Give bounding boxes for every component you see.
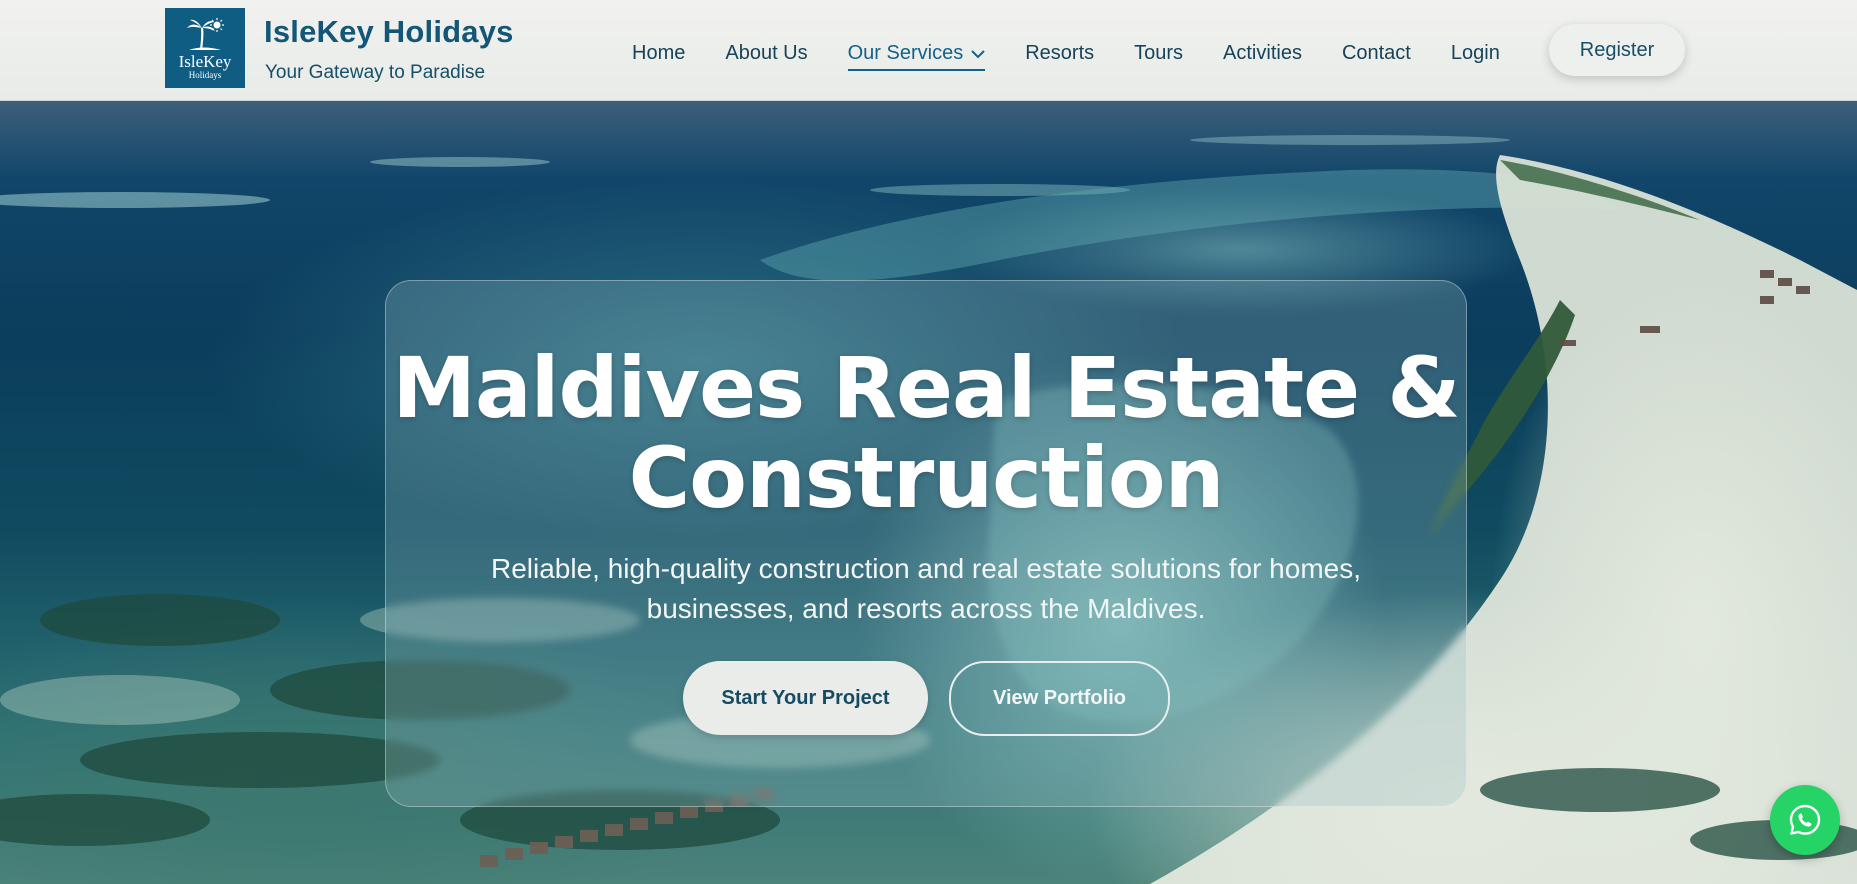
nav-item-home[interactable]: Home <box>632 42 685 65</box>
nav-item-resorts[interactable]: Resorts <box>1025 42 1094 65</box>
hero-subtitle: Reliable, high-quality construction and … <box>466 549 1386 629</box>
whatsapp-icon <box>1789 804 1821 835</box>
brand-logo[interactable]: IsleKey Holidays <box>165 8 245 88</box>
logo-subtext: Holidays <box>188 69 222 80</box>
hero-title-line-2: Construction <box>628 429 1225 527</box>
hero-section: Maldives Real Estate & Construction Reli… <box>0 100 1857 884</box>
chevron-down-icon <box>971 42 985 65</box>
nav-item-contact[interactable]: Contact <box>1342 42 1411 65</box>
hero-title-line-1: Maldives Real Estate & <box>392 339 1460 437</box>
hero-title: Maldives Real Estate & Construction <box>386 343 1466 523</box>
hero-card: Maldives Real Estate & Construction Reli… <box>385 280 1467 807</box>
whatsapp-chat-button[interactable] <box>1770 785 1840 855</box>
hero-subtitle-line-2: businesses, and resorts across the Maldi… <box>646 593 1206 624</box>
start-your-project-button[interactable]: Start Your Project <box>683 661 928 735</box>
brand-tagline: Your Gateway to Paradise <box>265 62 486 83</box>
logo-wordmark: IsleKey <box>178 51 232 71</box>
nav-item-login[interactable]: Login <box>1451 42 1500 65</box>
hero-subtitle-line-1: Reliable, high-quality construction and … <box>490 553 1362 584</box>
nav-item-tours[interactable]: Tours <box>1134 42 1183 65</box>
main-nav: Home About Us Our Services Resorts Tours… <box>632 38 1540 71</box>
nav-item-our-services-label: Our Services <box>847 41 964 64</box>
register-button[interactable]: Register <box>1549 24 1685 76</box>
brand-title[interactable]: IsleKey Holidays <box>264 14 514 50</box>
view-portfolio-button[interactable]: View Portfolio <box>949 661 1170 736</box>
palm-tree-icon <box>187 17 224 50</box>
nav-item-activities[interactable]: Activities <box>1223 42 1302 65</box>
nav-item-our-services[interactable]: Our Services <box>847 41 986 71</box>
nav-item-about-us[interactable]: About Us <box>725 42 807 65</box>
site-header: IsleKey Holidays IsleKey Holidays Your G… <box>0 0 1857 101</box>
